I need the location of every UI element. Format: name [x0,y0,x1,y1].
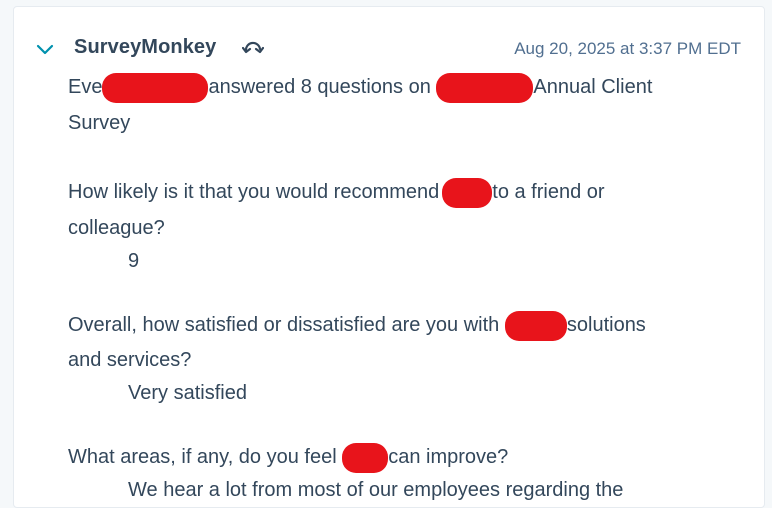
question-text-part: solutions [566,314,646,336]
question-text-part: How likely is it that you would recommen… [68,181,440,203]
survey-activity-card: SurveyMonkey Aug 20, 2025 at 3:37 PM EDT… [13,6,765,508]
answer-text: Very satisfied [128,382,247,404]
redaction-mark [342,442,389,473]
question-text-part: to a friend or [492,181,605,203]
question-text-part: Overall, how satisfied or dissatisfied a… [68,314,500,336]
question-text: What areas, if any, do you feel can impr… [68,439,508,475]
redaction-mark [504,310,567,341]
question-text-part: What areas, if any, do you feel [68,446,337,468]
answer-text: 9 [128,250,140,272]
redaction-mark [436,72,534,103]
summary-line-2: Survey [68,112,131,134]
question-text-part: can improve? [388,446,509,468]
question-text: How likely is it that you would recommen… [68,174,605,210]
timestamp: Aug 20, 2025 at 3:37 PM EDT [514,39,741,58]
summary-middle: answered 8 questions on [208,76,431,98]
question-text-line-2: colleague? [68,217,165,239]
summary-suffix: Annual Client [533,76,653,98]
answer-text: We hear a lot from most of our employees… [128,479,624,501]
sender-name: SurveyMonkey [74,36,217,58]
sync-icon [242,41,264,54]
question-text-line-2: and services? [68,349,192,371]
question-text: Overall, how satisfied or dissatisfied a… [68,307,646,343]
redaction-mark [102,72,209,103]
summary-line: Eve answered 8 questions on Annual Client [68,69,652,105]
redaction-mark [442,177,493,208]
summary-prefix: Eve [68,76,103,98]
chevron-down-icon[interactable] [36,42,54,56]
